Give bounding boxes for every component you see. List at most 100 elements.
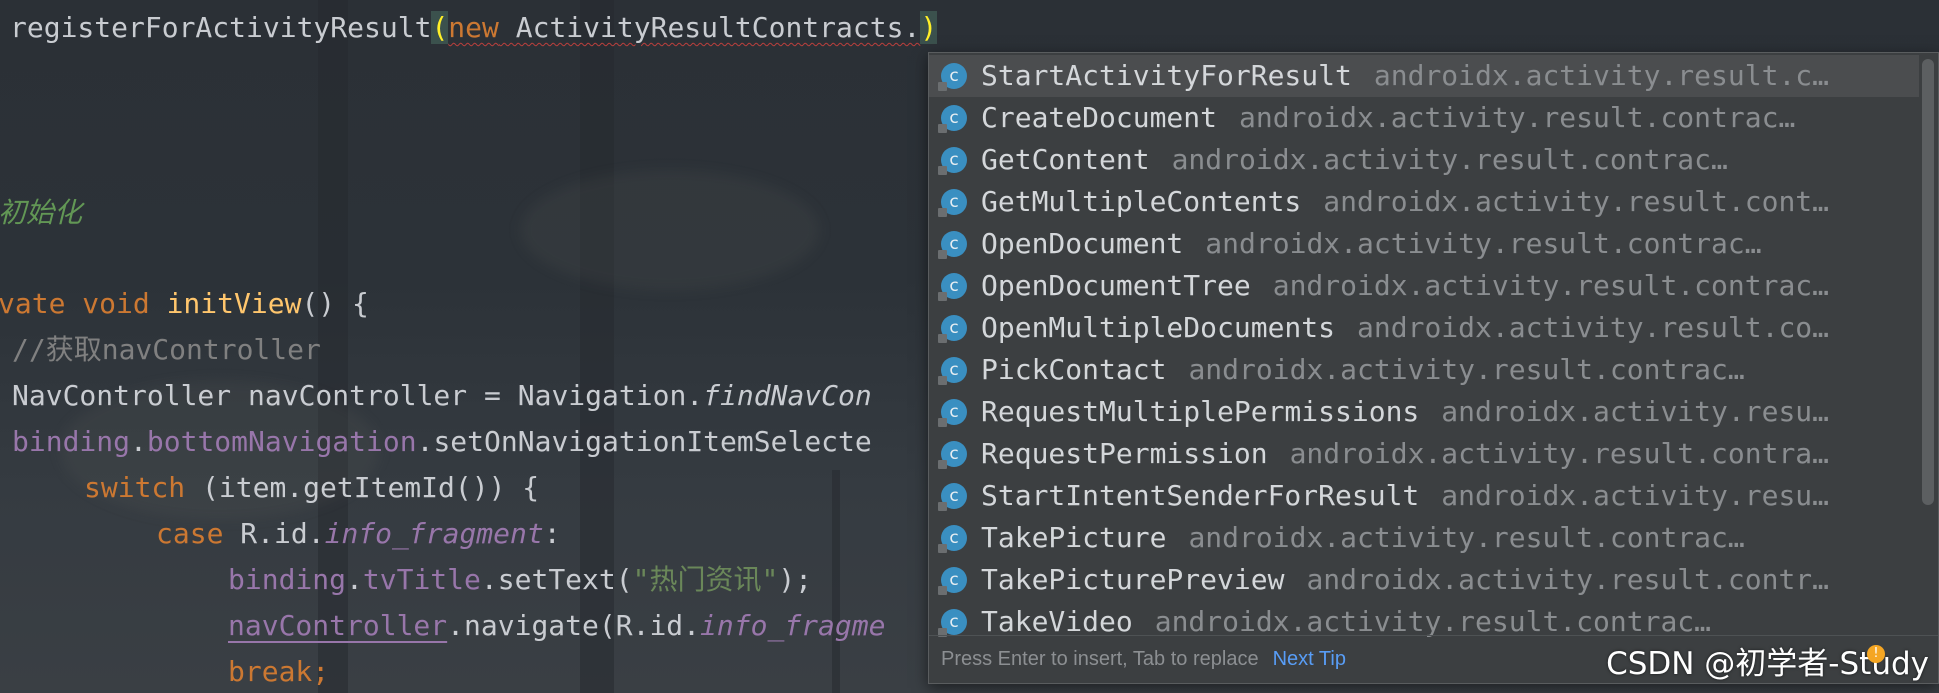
class-icon: c (938, 441, 967, 469)
class-icon: c (938, 483, 967, 511)
completion-item-package: androidx.activity.result.contra… (1289, 437, 1830, 470)
completion-item-name: OpenMultipleDocuments (981, 311, 1336, 344)
completion-item-package: androidx.activity.result.cont… (1323, 185, 1830, 218)
completion-item[interactable]: c OpenDocumentTree androidx.activity.resul… (929, 265, 1919, 307)
code-punctuation: () { (301, 287, 369, 320)
code-line[interactable]: case R.id.info_fragment: (156, 514, 561, 554)
completion-item-name: PickContact (981, 353, 1167, 386)
completion-item[interactable]: c StartActivityForResult androidx.activity… (929, 55, 1919, 97)
completion-item-package: androidx.activity.resu… (1441, 395, 1830, 428)
completion-item-name: OpenDocumentTree (981, 269, 1251, 302)
code-punctuation: ); (778, 563, 813, 596)
line-comment: //获取navController (12, 333, 321, 366)
code-line[interactable]: binding.tvTitle.setText("热门资讯"); (228, 560, 812, 600)
new-keyword: new (448, 11, 499, 44)
completion-item-name: CreateDocument (981, 101, 1218, 134)
string-literal: "热门资讯" (632, 563, 779, 596)
completion-item[interactable]: c RequestMultiplePermissions androidx.acti… (929, 391, 1919, 433)
code-punctuation: . (346, 563, 363, 596)
completion-item-name: RequestPermission (981, 437, 1268, 470)
modifier-keyword: vate void (0, 287, 167, 320)
code-text: .setText( (480, 563, 633, 596)
function-name: initView (166, 287, 302, 320)
completion-item-package: androidx.activity.result.contract.Ac… (1205, 227, 1765, 260)
class-icon: c (938, 63, 967, 91)
field-reference: tvTitle (362, 563, 481, 596)
break-keyword: break; (228, 655, 330, 688)
class-icon: c (938, 609, 967, 637)
completion-item-package: androidx.activity.resu… (1441, 479, 1830, 512)
field-reference: bottomNavigation (146, 425, 417, 458)
completion-item-name: RequestMultiplePermissions (981, 395, 1420, 428)
completion-item-package: androidx.activity.result.co… (1357, 311, 1830, 344)
code-line[interactable]: NavController navController = Navigation… (12, 376, 872, 416)
footer-hint: Press Enter to insert, Tab to replace (941, 648, 1259, 670)
class-icon: c (938, 357, 967, 385)
code-line[interactable]: break; (228, 652, 329, 692)
code-punctuation: : (543, 517, 561, 550)
completion-item-package: androidx.activity.result.c… (1373, 59, 1830, 92)
class-icon: c (938, 525, 967, 553)
class-icon: c (938, 567, 967, 595)
code-line[interactable]: registerForActivityResult(new ActivityRe… (10, 8, 938, 48)
code-text: .navigate(R.id. (447, 609, 701, 642)
error-span: new ActivityResultContracts. (448, 11, 920, 44)
local-variable: navController (228, 609, 448, 642)
code-line[interactable]: vate void initView() { (0, 284, 369, 324)
class-icon: c (938, 315, 967, 343)
completion-item-package: androidx.activity.result.contract.Act… (1188, 353, 1748, 386)
completion-item[interactable]: c OpenMultipleDocuments androidx.activity.… (929, 307, 1919, 349)
completion-item[interactable]: c GetMultipleContents androidx.activity.re… (929, 181, 1919, 223)
class-reference: ActivityResultContracts. (498, 11, 921, 44)
completion-item-name: TakePicturePreview (981, 563, 1285, 596)
next-tip-link[interactable]: Next Tip (1273, 648, 1346, 670)
completion-item-package: androidx.activity.result.contrac… (1272, 269, 1830, 302)
class-icon: c (938, 189, 967, 217)
code-text: (item.getItemId()) { (185, 471, 540, 504)
completion-item[interactable]: c RequestPermission androidx.activity.resu… (929, 433, 1919, 475)
completion-list[interactable]: c StartActivityForResult androidx.activity… (929, 55, 1919, 643)
field-reference: binding (12, 425, 131, 458)
code-text: R.id. (223, 517, 325, 550)
badge-icon: ! (1867, 645, 1885, 663)
completion-item-package: androidx.activity.result.contr… (1306, 563, 1830, 596)
code-text: .setOnNavigationItemSelecte (416, 425, 872, 458)
completion-item[interactable]: c GetContent androidx.activity.result.cont… (929, 139, 1919, 181)
completion-item-name: TakePicture (981, 521, 1167, 554)
completion-popup[interactable]: c StartActivityForResult androidx.activity… (928, 52, 1939, 684)
class-icon: c (938, 231, 967, 259)
static-field: info_fragme (700, 609, 886, 642)
class-icon: c (938, 147, 967, 175)
class-icon: c (938, 105, 967, 133)
class-icon: c (938, 399, 967, 427)
completion-item[interactable]: c StartIntentSenderForResult androidx.acti… (929, 475, 1919, 517)
field-reference: binding (228, 563, 347, 596)
completion-item-name: GetContent (981, 143, 1150, 176)
doc-comment: 初始化 (0, 196, 83, 229)
close-paren: ) (920, 11, 938, 44)
code-line[interactable]: 初始化 (0, 193, 82, 233)
class-icon: c (938, 273, 967, 301)
completion-item-name: StartIntentSenderForResult (981, 479, 1420, 512)
case-keyword: case (156, 517, 224, 550)
completion-item-name: GetMultipleContents (981, 185, 1302, 218)
code-punctuation: . (130, 425, 147, 458)
completion-item-name: StartActivityForResult (981, 59, 1352, 92)
switch-keyword: switch (84, 471, 186, 504)
scrollbar[interactable] (1922, 59, 1934, 505)
completion-item[interactable]: c PickContact androidx.activity.result.con… (929, 349, 1919, 391)
static-method: findNavCon (703, 379, 872, 412)
completion-item[interactable]: c CreateDocument androidx.activity.result.… (929, 97, 1919, 139)
open-paren: ( (431, 11, 449, 44)
completion-item-package: androidx.activity.result.contract.Acti… (1171, 143, 1732, 176)
completion-item-name: OpenDocument (981, 227, 1184, 260)
code-line[interactable]: binding.bottomNavigation.setOnNavigation… (12, 422, 872, 462)
code-line[interactable]: navController.navigate(R.id.info_fragme (228, 606, 885, 646)
code-line[interactable]: //获取navController (12, 330, 321, 370)
completion-item-package: androidx.activity.result.contract.Act… (1188, 521, 1748, 554)
completion-item[interactable]: c TakePicture androidx.activity.result.con… (929, 517, 1919, 559)
code-line[interactable]: switch (item.getItemId()) { (84, 468, 539, 508)
completion-item[interactable]: c OpenDocument androidx.activity.result.co… (929, 223, 1919, 265)
completion-item-package: androidx.activity.result.contract.… (1239, 101, 1800, 134)
completion-item[interactable]: c TakePicturePreview androidx.activity.res… (929, 559, 1919, 601)
